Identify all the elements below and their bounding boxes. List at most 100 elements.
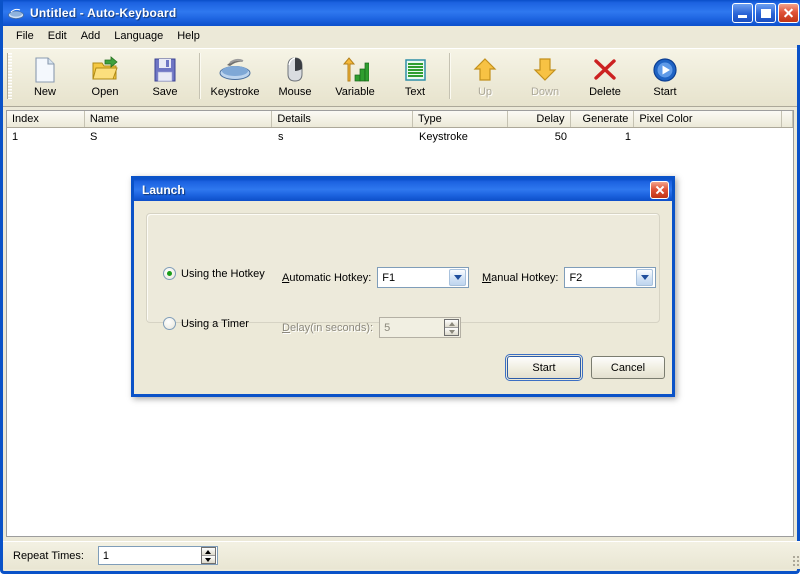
manual-hotkey-value: F2: [569, 271, 583, 284]
toolbar-label-down: Down: [530, 86, 560, 98]
repeat-times-up-button[interactable]: [201, 548, 215, 556]
toolbar-label-text: Text: [404, 86, 426, 98]
open-folder-icon: [91, 56, 119, 84]
launch-dialog: Launch Using the Hotkey Automatic Hotkey…: [131, 176, 675, 397]
dialog-titlebar: Launch: [134, 179, 672, 201]
toolbar-grip[interactable]: [7, 53, 12, 99]
floppy-disk-icon: [152, 56, 178, 84]
delay-up-button[interactable]: [445, 320, 459, 328]
repeat-times-down-button[interactable]: [201, 556, 215, 563]
automatic-hotkey-select[interactable]: F1: [377, 267, 470, 288]
toolbar-button-down[interactable]: Down: [515, 51, 575, 101]
menu-add[interactable]: Add: [74, 28, 108, 44]
repeat-times-spin-buttons[interactable]: [200, 547, 216, 564]
menu-help[interactable]: Help: [170, 28, 207, 44]
dialog-title: Launch: [142, 183, 185, 197]
maximize-button[interactable]: [755, 3, 776, 23]
cell-type: Keystroke: [419, 130, 468, 143]
chevron-down-icon[interactable]: [449, 269, 467, 286]
radio-using-hotkey[interactable]: [163, 267, 176, 280]
menu-edit[interactable]: Edit: [41, 28, 74, 44]
start-button[interactable]: Start: [505, 354, 583, 381]
delay-down-button[interactable]: [445, 328, 459, 335]
timer-option-row: Using a Timer: [163, 317, 249, 330]
manual-hotkey-select[interactable]: F2: [564, 267, 657, 288]
toolbar-button-mouse[interactable]: Mouse: [265, 51, 325, 101]
status-bar: Repeat Times: 1: [3, 541, 800, 569]
toolbar-button-up[interactable]: Up: [455, 51, 515, 101]
column-header-filler: [782, 111, 793, 127]
column-header-name[interactable]: Name: [84, 111, 273, 127]
toolbar-label-keystroke: Keystroke: [210, 86, 260, 98]
delay-label: Delay(in seconds):: [282, 321, 374, 334]
cell-generate: 1: [624, 130, 631, 143]
toolbar-button-text[interactable]: Text: [385, 51, 445, 101]
cancel-button-face[interactable]: Cancel: [591, 356, 665, 379]
column-header-generate[interactable]: Generate: [570, 111, 635, 127]
toolbar-label-open: Open: [91, 86, 119, 98]
toolbar-label-mouse: Mouse: [278, 86, 312, 98]
toolbar-label-save: Save: [152, 86, 178, 98]
dialog-close-button[interactable]: [650, 181, 669, 199]
dialog-body: Using the Hotkey Automatic Hotkey: F1 Ma…: [134, 201, 672, 397]
repeat-times-label: Repeat Times:: [13, 549, 84, 562]
toolbar-separator-2: [449, 53, 451, 99]
column-header-index[interactable]: Index: [7, 111, 85, 127]
menu-file[interactable]: File: [9, 28, 41, 44]
automatic-hotkey-field: Automatic Hotkey: F1: [282, 267, 470, 288]
main-window: Untitled - Auto-Keyboard File Edit Add L…: [0, 0, 800, 574]
toolbar-button-start[interactable]: Start: [635, 51, 695, 101]
minimize-button[interactable]: [732, 3, 753, 23]
toolbar-label-delete: Delete: [589, 86, 621, 98]
table-row[interactable]: 1 S s Keystroke 50 1: [7, 128, 793, 145]
close-button[interactable]: [778, 3, 799, 23]
radio-using-timer-label[interactable]: Using a Timer: [181, 318, 249, 330]
column-header-type[interactable]: Type: [412, 111, 508, 127]
toolbar-separator-1: [199, 53, 201, 99]
toolbar-button-new[interactable]: New: [15, 51, 75, 101]
mouse-icon: [282, 56, 308, 84]
manual-hotkey-label: Manual Hotkey:: [482, 271, 559, 284]
toolbar-button-delete[interactable]: Delete: [575, 51, 635, 101]
window-controls: [732, 3, 799, 23]
cell-name: S: [90, 130, 98, 143]
chevron-down-icon[interactable]: [636, 269, 654, 286]
delay-field: Delay(in seconds): 5: [282, 317, 462, 338]
keyboard-icon: [8, 6, 25, 21]
arrow-up-icon: [472, 56, 498, 84]
toolbar-button-open[interactable]: Open: [75, 51, 135, 101]
new-document-icon: [32, 56, 58, 84]
toolbar-label-variable: Variable: [335, 86, 375, 98]
toolbar-button-save[interactable]: Save: [135, 51, 195, 101]
cancel-button[interactable]: Cancel: [591, 356, 665, 379]
repeat-times-stepper[interactable]: 1: [97, 546, 218, 565]
hotkey-option-row: Using the Hotkey: [163, 267, 265, 280]
arrow-down-icon: [532, 56, 558, 84]
automatic-hotkey-value: F1: [382, 271, 396, 284]
column-header-pixel-color[interactable]: Pixel Color: [634, 111, 782, 127]
automatic-hotkey-label: Automatic Hotkey:: [282, 271, 372, 284]
delay-spin-buttons[interactable]: [444, 319, 460, 336]
toolbar-button-variable[interactable]: Variable: [325, 51, 385, 101]
column-header-delay[interactable]: Delay: [507, 111, 571, 127]
window-title: Untitled - Auto-Keyboard: [30, 6, 177, 20]
toolbar-button-keystroke[interactable]: Keystroke: [205, 51, 265, 101]
window-titlebar: Untitled - Auto-Keyboard: [3, 0, 800, 26]
toolbar: New Open Save Keystroke Mouse Variable T…: [3, 48, 797, 107]
start-button-face[interactable]: Start: [505, 354, 583, 381]
radio-using-timer[interactable]: [163, 317, 176, 330]
text-lines-icon: [402, 56, 428, 84]
delay-stepper[interactable]: 5: [379, 317, 462, 338]
delay-value[interactable]: 5: [380, 322, 444, 334]
repeat-times-value[interactable]: 1: [99, 550, 201, 562]
menu-language[interactable]: Language: [107, 28, 170, 44]
column-header-details[interactable]: Details: [272, 111, 413, 127]
manual-hotkey-field: Manual Hotkey: F2: [482, 267, 657, 288]
resize-grip[interactable]: [792, 555, 800, 567]
cell-details: s: [278, 130, 284, 143]
toolbar-label-new: New: [33, 86, 56, 98]
variable-chart-icon: [341, 56, 369, 84]
radio-using-hotkey-label[interactable]: Using the Hotkey: [181, 268, 265, 280]
play-circle-icon: [652, 56, 678, 84]
delete-x-icon: [592, 56, 618, 84]
